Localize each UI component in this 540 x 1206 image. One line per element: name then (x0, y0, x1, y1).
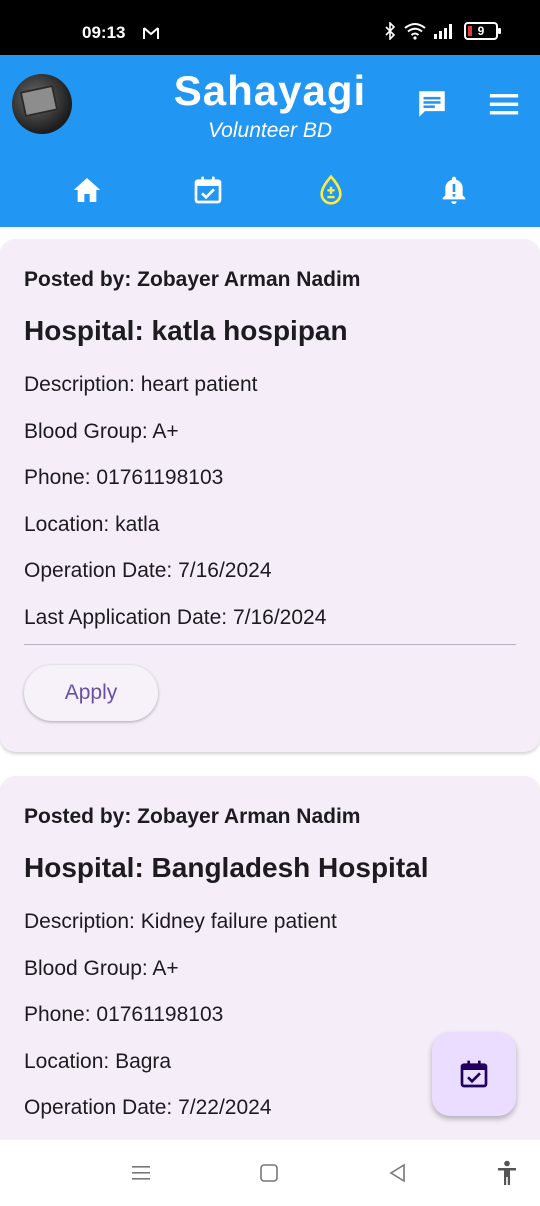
home-button[interactable] (256, 1160, 282, 1186)
back-button[interactable] (385, 1160, 411, 1186)
hospital-name: Hospital: katla hospipan (24, 315, 348, 346)
divider (24, 644, 516, 645)
calendar-check-icon (460, 1060, 488, 1088)
tab-events[interactable] (188, 170, 228, 210)
location: Location: Bagra (24, 1050, 172, 1073)
system-nav-bar (0, 1140, 540, 1206)
wifi-icon (404, 23, 426, 40)
chat-icon[interactable] (415, 87, 449, 121)
app-subtitle: Volunteer BD (207, 119, 333, 142)
phone: Phone: 01761198103 (24, 466, 224, 489)
accessibility-icon (498, 1160, 516, 1185)
phone: Phone: 01761198103 (24, 1003, 224, 1026)
blood-request-card: Posted by: Zobayer Arman Nadim Hospital:… (0, 239, 540, 752)
add-event-fab[interactable] (432, 1032, 516, 1116)
status-icons: 9 (384, 22, 501, 40)
status-time: 09:13 (82, 23, 126, 42)
description: Description: Kidney failure patient (24, 910, 337, 933)
app-title: Sahayagi (173, 67, 367, 114)
calendar-check-icon (194, 176, 222, 204)
tab-home[interactable] (67, 170, 107, 210)
bluetooth-icon (385, 22, 396, 40)
battery-indicator: 9 (464, 22, 501, 40)
blood-group: Blood Group: A+ (24, 420, 179, 443)
recents-icon (132, 1166, 150, 1180)
apply-button[interactable]: Apply (24, 665, 158, 721)
description: Description: heart patient (24, 373, 258, 396)
hospital-name: Hospital: Bangladesh Hospital (24, 852, 429, 883)
tab-notifications[interactable] (434, 170, 474, 210)
app-header: Sahayagi Volunteer BD (0, 55, 540, 227)
location: Location: katla (24, 513, 160, 536)
recents-button[interactable] (128, 1160, 154, 1186)
home-icon (73, 178, 101, 202)
accessibility-button[interactable] (494, 1160, 520, 1186)
home-square-icon (260, 1164, 278, 1182)
last-application-date: Last Application Date: 7/16/2024 (24, 606, 327, 629)
notification-alert-icon (442, 176, 466, 204)
posted-by: Posted by: Zobayer Arman Nadim (24, 805, 361, 828)
signal-icon (434, 24, 452, 39)
operation-date: Operation Date: 7/22/2024 (24, 1096, 272, 1119)
back-icon (389, 1163, 405, 1183)
posted-by: Posted by: Zobayer Arman Nadim (24, 268, 361, 291)
menu-icon[interactable] (487, 87, 521, 121)
blood-drop-icon (320, 174, 342, 205)
tab-blood-requests[interactable] (311, 170, 351, 210)
operation-date: Operation Date: 7/16/2024 (24, 559, 272, 582)
blood-request-card: Posted by: Zobayer Arman Nadim Hospital:… (0, 776, 540, 1196)
gmail-icon (143, 27, 159, 39)
status-bar: 09:13 9 (0, 0, 540, 55)
battery-level: 9 (477, 24, 485, 38)
tab-bar (0, 170, 540, 210)
blood-group: Blood Group: A+ (24, 957, 179, 980)
